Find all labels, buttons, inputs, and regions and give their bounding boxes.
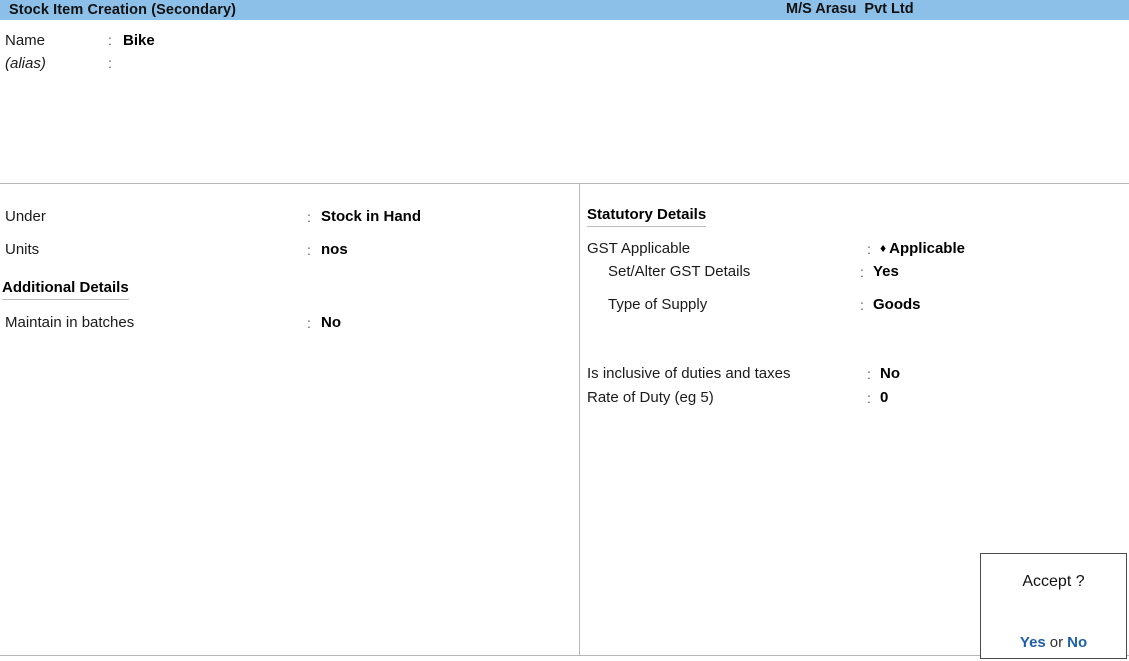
field-is-inclusive-of-duties-and-taxes-value[interactable]: No bbox=[880, 365, 900, 382]
accept-dialog-actions: Yes or No bbox=[981, 634, 1126, 651]
field-gst-applicable-label: GST Applicable bbox=[587, 240, 691, 257]
field-type-of-supply-label: Type of Supply bbox=[608, 296, 708, 313]
field-type-of-supply-value[interactable]: Goods bbox=[873, 296, 921, 313]
name-row: Name : Bike bbox=[5, 32, 155, 52]
field-gst-applicable-value-text: Applicable bbox=[889, 240, 965, 257]
title-bar: Stock Item Creation (Secondary) M/S Aras… bbox=[0, 0, 1129, 20]
diamond-marker-icon: ♦ bbox=[880, 241, 887, 255]
field-rate-of-duty-label: Rate of Duty (eg 5) bbox=[587, 389, 714, 406]
screen-title: Stock Item Creation (Secondary) bbox=[9, 2, 237, 18]
field-units-value[interactable]: nos bbox=[321, 241, 348, 258]
field-gst-applicable-colon: : bbox=[867, 241, 871, 257]
item-identity-section: Name : Bike (alias) : bbox=[0, 20, 1129, 183]
field-under-label: Under bbox=[5, 208, 46, 225]
field-is-inclusive-of-duties-and-taxes-label: Is inclusive of duties and taxes bbox=[587, 365, 791, 382]
alias-label: (alias) bbox=[5, 55, 46, 72]
field-set-alter-gst-details-label: Set/Alter GST Details bbox=[608, 263, 751, 280]
accept-yes-button[interactable]: Yes bbox=[1020, 634, 1046, 651]
accept-no-button[interactable]: No bbox=[1067, 634, 1087, 651]
field-maintain-in-batches-colon: : bbox=[307, 315, 311, 331]
additional-details-heading: Additional Details bbox=[2, 279, 129, 300]
name-label: Name bbox=[5, 32, 46, 49]
statutory-details-heading: Statutory Details bbox=[587, 206, 707, 227]
field-rate-of-duty-colon: : bbox=[867, 390, 871, 406]
field-set-alter-gst-details-colon: : bbox=[860, 264, 864, 280]
field-maintain-in-batches-label: Maintain in batches bbox=[5, 314, 135, 331]
field-maintain-in-batches-value[interactable]: No bbox=[321, 314, 341, 331]
left-details-panel: Under : Stock in Hand Units : nos Additi… bbox=[0, 184, 579, 655]
name-colon: : bbox=[108, 32, 112, 48]
footer-divider bbox=[0, 655, 1129, 656]
accept-or-label: or bbox=[1049, 634, 1064, 651]
field-set-alter-gst-details-value[interactable]: Yes bbox=[873, 263, 899, 280]
alias-colon: : bbox=[108, 55, 112, 71]
field-units-colon: : bbox=[307, 242, 311, 258]
company-name: M/S Arasu Pvt Ltd bbox=[786, 1, 914, 17]
field-type-of-supply-colon: : bbox=[860, 297, 864, 313]
field-under-colon: : bbox=[307, 209, 311, 225]
alias-row: (alias) : bbox=[5, 55, 112, 75]
name-input[interactable]: Bike bbox=[123, 32, 155, 49]
field-units-label: Units bbox=[5, 241, 40, 258]
field-under-value[interactable]: Stock in Hand bbox=[321, 208, 421, 225]
accept-dialog: Accept ? Yes or No bbox=[980, 553, 1127, 659]
field-rate-of-duty-value[interactable]: 0 bbox=[880, 389, 888, 406]
field-is-inclusive-of-duties-and-taxes-colon: : bbox=[867, 366, 871, 382]
accept-prompt: Accept ? bbox=[1022, 573, 1085, 590]
field-gst-applicable-value[interactable]: ♦ Applicable bbox=[880, 240, 965, 257]
